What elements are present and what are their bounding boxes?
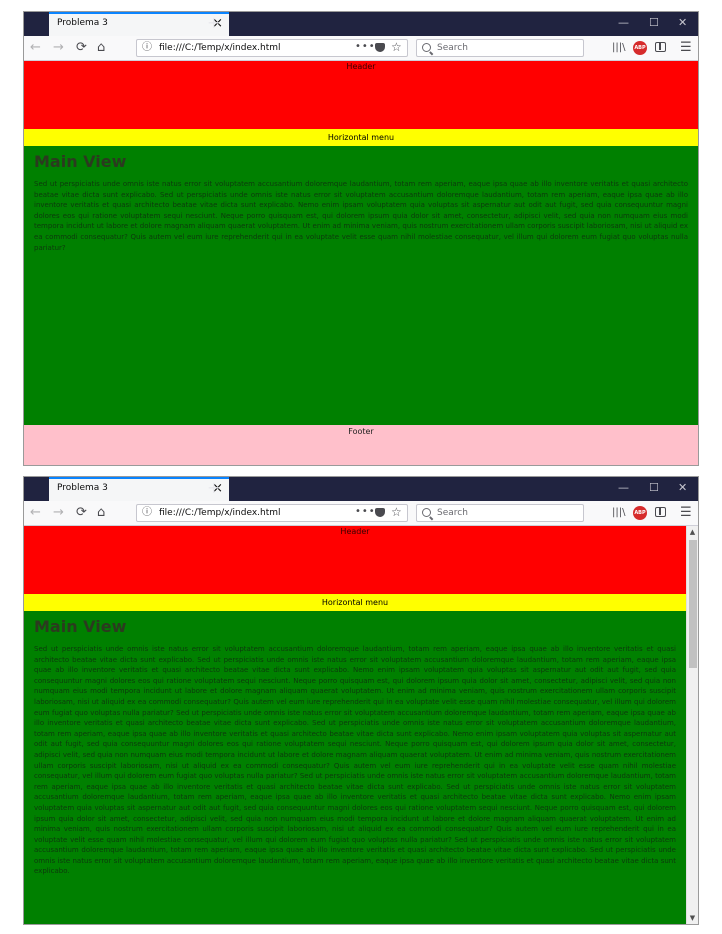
- horizontal-menu: Horizontal menu: [24, 594, 686, 611]
- home-icon[interactable]: ⌂: [97, 40, 105, 56]
- search-icon: [422, 508, 431, 517]
- tab-problema-3[interactable]: Problema 3 ×: [49, 477, 229, 501]
- menu-icon[interactable]: ☰: [680, 40, 692, 56]
- page-footer: Footer: [24, 425, 698, 465]
- page-header: Header: [24, 526, 686, 594]
- forward-icon[interactable]: →: [53, 40, 64, 56]
- main-text: Sed ut perspiciatis unde omnis iste natu…: [34, 180, 688, 252]
- info-icon[interactable]: ⓘ: [142, 41, 152, 55]
- scroll-down-icon[interactable]: ▼: [687, 912, 698, 924]
- tab-problema-3[interactable]: Problema 3 ×: [49, 12, 229, 36]
- library-icon[interactable]: |||\: [612, 505, 625, 521]
- back-icon[interactable]: ←: [30, 40, 41, 56]
- bookmark-star-icon[interactable]: ☆: [391, 505, 402, 519]
- main-view: Main View Sed ut perspiciatis unde omnis…: [24, 146, 698, 425]
- main-text: Sed ut perspiciatis unde omnis iste natu…: [34, 645, 676, 876]
- pocket-icon[interactable]: [375, 508, 385, 517]
- back-icon[interactable]: ←: [30, 505, 41, 521]
- minimize-icon[interactable]: —: [618, 15, 629, 31]
- menu-icon[interactable]: ☰: [680, 505, 692, 521]
- main-view: Main View Sed ut perspiciatis unde omnis…: [24, 611, 686, 924]
- library-icon[interactable]: |||\: [612, 40, 625, 56]
- reload-icon[interactable]: ⟳: [76, 505, 87, 521]
- page-header: Header: [24, 61, 698, 129]
- maximize-icon[interactable]: ☐: [649, 480, 659, 496]
- page-actions-icon[interactable]: •••: [355, 505, 376, 519]
- url-text[interactable]: file:///C:/Temp/x/index.html: [159, 506, 281, 520]
- main-title: Main View: [34, 152, 127, 171]
- sidebar-icon[interactable]: [655, 507, 666, 517]
- search-bar[interactable]: Search: [416, 504, 584, 522]
- search-placeholder[interactable]: Search: [437, 506, 468, 520]
- url-bar[interactable]: ⓘ file:///C:/Temp/x/index.html ••• ☆: [136, 39, 408, 57]
- bookmark-star-icon[interactable]: ☆: [391, 40, 402, 54]
- window-close-icon[interactable]: ✕: [678, 480, 687, 496]
- adblock-icon[interactable]: ABP: [633, 506, 647, 520]
- reload-icon[interactable]: ⟳: [76, 40, 87, 56]
- minimize-icon[interactable]: —: [618, 480, 629, 496]
- nav-toolbar: ← → ⟳ ⌂ ⓘ file:///C:/Temp/x/index.html •…: [24, 36, 698, 61]
- search-icon: [422, 43, 431, 52]
- adblock-icon[interactable]: ABP: [633, 41, 647, 55]
- new-tab-icon[interactable]: +: [207, 478, 220, 498]
- main-title: Main View: [34, 617, 127, 636]
- page-actions-icon[interactable]: •••: [355, 40, 376, 54]
- new-tab-icon[interactable]: +: [207, 13, 220, 33]
- tab-bar: Problema 3 × + — ☐ ✕: [24, 12, 698, 36]
- search-bar[interactable]: Search: [416, 39, 584, 57]
- sidebar-icon[interactable]: [655, 42, 666, 52]
- tab-title: Problema 3: [57, 18, 108, 28]
- page-viewport: Header Horizontal menu Main View Sed ut …: [24, 526, 686, 924]
- maximize-icon[interactable]: ☐: [649, 15, 659, 31]
- info-icon[interactable]: ⓘ: [142, 506, 152, 520]
- tab-title: Problema 3: [57, 483, 108, 493]
- pocket-icon[interactable]: [375, 43, 385, 52]
- forward-icon[interactable]: →: [53, 505, 64, 521]
- scrollbar-thumb[interactable]: [689, 540, 697, 668]
- page-viewport: Header Horizontal menu Main View Sed ut …: [24, 61, 698, 465]
- browser-window-1: Problema 3 × + — ☐ ✕ ← → ⟳ ⌂ ⓘ file:///C…: [23, 11, 699, 466]
- url-bar[interactable]: ⓘ file:///C:/Temp/x/index.html ••• ☆: [136, 504, 408, 522]
- browser-window-2: Problema 3 × + — ☐ ✕ ← → ⟳ ⌂ ⓘ file:///C…: [23, 476, 699, 925]
- home-icon[interactable]: ⌂: [97, 505, 105, 521]
- horizontal-menu: Horizontal menu: [24, 129, 698, 146]
- window-close-icon[interactable]: ✕: [678, 15, 687, 31]
- scroll-up-icon[interactable]: ▲: [687, 526, 698, 538]
- vertical-scrollbar[interactable]: ▲ ▼: [686, 526, 698, 924]
- search-placeholder[interactable]: Search: [437, 41, 468, 55]
- tab-bar: Problema 3 × + — ☐ ✕: [24, 477, 698, 501]
- url-text[interactable]: file:///C:/Temp/x/index.html: [159, 41, 281, 55]
- nav-toolbar: ← → ⟳ ⌂ ⓘ file:///C:/Temp/x/index.html •…: [24, 501, 698, 526]
